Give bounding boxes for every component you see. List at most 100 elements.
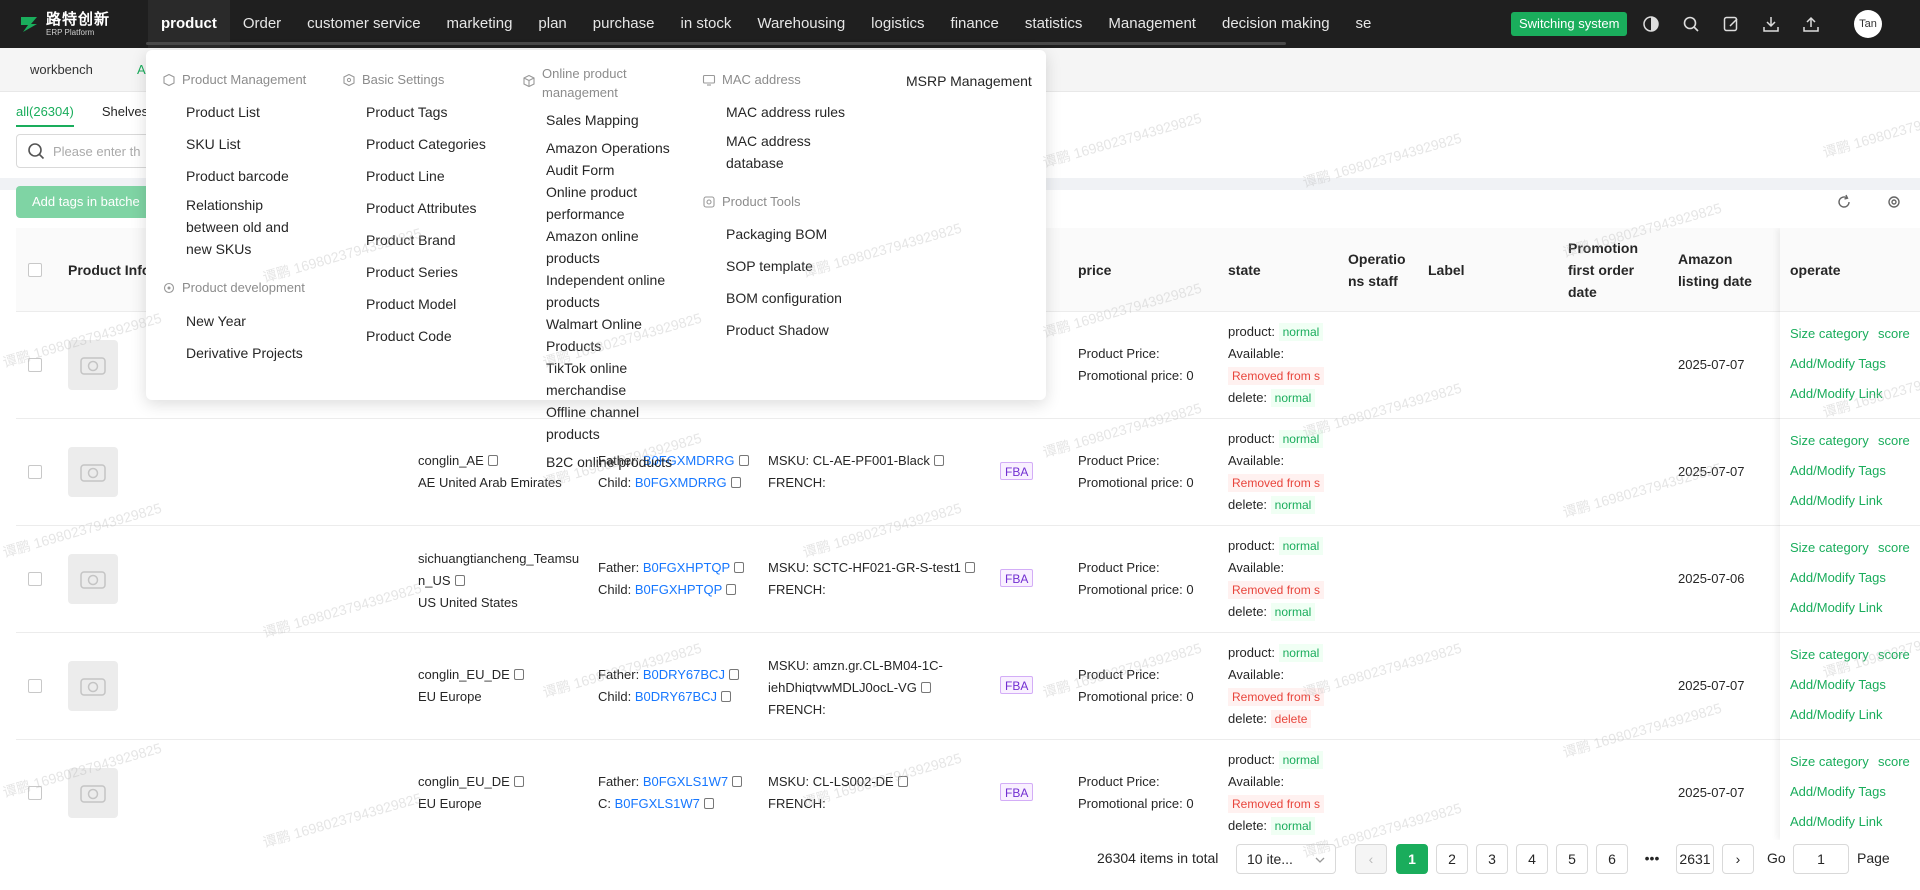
add-modify-link-link[interactable]: Add/Modify Link bbox=[1790, 814, 1883, 829]
menu-product-barcode[interactable]: Product barcode bbox=[186, 165, 289, 187]
page-1[interactable]: 1 bbox=[1396, 844, 1428, 874]
next-page-button[interactable]: › bbox=[1722, 844, 1754, 874]
score-link[interactable]: score bbox=[1878, 540, 1910, 555]
menu-bom-configuration[interactable]: BOM configuration bbox=[726, 287, 842, 309]
size-category-link[interactable]: Size category bbox=[1790, 540, 1869, 555]
copy-icon[interactable] bbox=[513, 669, 524, 680]
menu-product-categories[interactable]: Product Categories bbox=[366, 133, 486, 155]
menu-mac-address-rules[interactable]: MAC address rules bbox=[726, 101, 845, 123]
score-link[interactable]: score bbox=[1878, 326, 1910, 341]
menu-product-series[interactable]: Product Series bbox=[366, 261, 458, 283]
nav-order[interactable]: Order bbox=[230, 0, 294, 48]
add-tags-batch-button[interactable]: Add tags in batche bbox=[16, 186, 156, 218]
copy-icon[interactable] bbox=[897, 776, 908, 787]
add-modify-tags-link[interactable]: Add/Modify Tags bbox=[1790, 463, 1886, 478]
menu-relationship-2[interactable]: between old and bbox=[186, 216, 289, 238]
add-modify-tags-link[interactable]: Add/Modify Tags bbox=[1790, 570, 1886, 585]
menu-independent-online-1[interactable]: Independent online bbox=[546, 269, 665, 291]
nav-logistics[interactable]: logistics bbox=[858, 0, 937, 48]
menu-independent-online-2[interactable]: products bbox=[546, 291, 600, 313]
nav-statistics[interactable]: statistics bbox=[1012, 0, 1096, 48]
prev-page-button[interactable]: ‹ bbox=[1355, 844, 1387, 874]
avatar[interactable]: Tan bbox=[1854, 10, 1882, 38]
refresh-icon[interactable] bbox=[1836, 194, 1852, 213]
size-category-link[interactable]: Size category bbox=[1790, 754, 1869, 769]
page-6[interactable]: 6 bbox=[1596, 844, 1628, 874]
menu-product-brand[interactable]: Product Brand bbox=[366, 229, 456, 251]
nav-settings[interactable]: se bbox=[1343, 0, 1385, 48]
subtab-all[interactable]: all(26304) bbox=[16, 104, 74, 127]
add-modify-link-link[interactable]: Add/Modify Link bbox=[1790, 707, 1883, 722]
menu-relationship-1[interactable]: Relationship bbox=[186, 194, 263, 216]
copy-icon[interactable] bbox=[703, 798, 714, 809]
size-category-link[interactable]: Size category bbox=[1790, 647, 1869, 662]
menu-amazon-operations[interactable]: Amazon Operations bbox=[546, 137, 670, 159]
nav-customer-service[interactable]: customer service bbox=[294, 0, 433, 48]
add-modify-tags-link[interactable]: Add/Modify Tags bbox=[1790, 356, 1886, 371]
copy-icon[interactable] bbox=[920, 682, 931, 693]
nav-purchase[interactable]: purchase bbox=[580, 0, 668, 48]
page-size-select[interactable]: 10 ite... bbox=[1236, 844, 1336, 874]
menu-product-tags[interactable]: Product Tags bbox=[366, 101, 447, 123]
menu-sop-template[interactable]: SOP template bbox=[726, 255, 813, 277]
nav-finance[interactable]: finance bbox=[938, 0, 1012, 48]
nav-plan[interactable]: plan bbox=[525, 0, 579, 48]
switch-system-button[interactable]: Switching system bbox=[1511, 12, 1628, 36]
menu-tiktok-online-2[interactable]: merchandise bbox=[546, 379, 626, 401]
select-all-checkbox[interactable] bbox=[28, 228, 42, 312]
nav-decision-making[interactable]: decision making bbox=[1209, 0, 1343, 48]
menu-walmart-online-1[interactable]: Walmart Online bbox=[546, 313, 642, 335]
menu-online-performance-2[interactable]: performance bbox=[546, 203, 625, 225]
page-last[interactable]: 2631 bbox=[1676, 844, 1714, 874]
nav-warehousing[interactable]: Warehousing bbox=[744, 0, 858, 48]
menu-online-performance-1[interactable]: Online product bbox=[546, 181, 637, 203]
nav-management[interactable]: Management bbox=[1095, 0, 1209, 48]
add-modify-tags-link[interactable]: Add/Modify Tags bbox=[1790, 677, 1886, 692]
menu-mac-database-2[interactable]: database bbox=[726, 152, 784, 174]
menu-product-code[interactable]: Product Code bbox=[366, 325, 452, 347]
settings-icon[interactable] bbox=[1886, 194, 1902, 213]
page-jump-input[interactable]: 1 bbox=[1793, 844, 1849, 874]
page-5[interactable]: 5 bbox=[1556, 844, 1588, 874]
menu-offline-channel-2[interactable]: products bbox=[546, 423, 600, 445]
menu-sku-list[interactable]: SKU List bbox=[186, 133, 240, 155]
row-checkbox[interactable] bbox=[28, 358, 42, 372]
copy-icon[interactable] bbox=[728, 669, 739, 680]
subtab-shelves[interactable]: Shelves( bbox=[102, 104, 153, 119]
copy-icon[interactable] bbox=[487, 455, 498, 466]
menu-audit-form[interactable]: Audit Form bbox=[546, 159, 614, 181]
copy-icon[interactable] bbox=[454, 575, 465, 586]
menu-relationship-3[interactable]: new SKUs bbox=[186, 238, 251, 260]
copy-icon[interactable] bbox=[933, 455, 944, 466]
menu-packaging-bom[interactable]: Packaging BOM bbox=[726, 223, 827, 245]
page-ellipsis[interactable]: ••• bbox=[1636, 844, 1668, 874]
menu-product-list[interactable]: Product List bbox=[186, 101, 260, 123]
theme-icon[interactable] bbox=[1640, 13, 1662, 35]
add-modify-link-link[interactable]: Add/Modify Link bbox=[1790, 493, 1883, 508]
nav-scrollbar[interactable] bbox=[146, 42, 1286, 45]
score-link[interactable]: score bbox=[1878, 433, 1910, 448]
menu-derivative-projects[interactable]: Derivative Projects bbox=[186, 342, 303, 364]
menu-product-attributes[interactable]: Product Attributes bbox=[366, 197, 477, 219]
menu-msrp-management[interactable]: MSRP Management bbox=[906, 70, 1032, 92]
copy-icon[interactable] bbox=[721, 691, 732, 702]
copy-icon[interactable] bbox=[730, 477, 741, 488]
copy-icon[interactable] bbox=[964, 562, 975, 573]
edit-icon[interactable] bbox=[1720, 13, 1742, 35]
add-modify-link-link[interactable]: Add/Modify Link bbox=[1790, 600, 1883, 615]
row-checkbox[interactable] bbox=[28, 465, 42, 479]
menu-tiktok-online-1[interactable]: TikTok online bbox=[546, 357, 627, 379]
menu-product-shadow[interactable]: Product Shadow bbox=[726, 319, 829, 341]
menu-new-year[interactable]: New Year bbox=[186, 310, 246, 332]
size-category-link[interactable]: Size category bbox=[1790, 326, 1869, 341]
nav-marketing[interactable]: marketing bbox=[434, 0, 526, 48]
menu-mac-database-1[interactable]: MAC address bbox=[726, 130, 811, 152]
tab-workbench[interactable]: workbench bbox=[30, 48, 93, 92]
score-link[interactable]: score bbox=[1878, 647, 1910, 662]
row-checkbox[interactable] bbox=[28, 786, 42, 800]
page-3[interactable]: 3 bbox=[1476, 844, 1508, 874]
row-checkbox[interactable] bbox=[28, 572, 42, 586]
copy-icon[interactable] bbox=[513, 776, 524, 787]
menu-offline-channel-1[interactable]: Offline channel bbox=[546, 401, 639, 423]
add-modify-tags-link[interactable]: Add/Modify Tags bbox=[1790, 784, 1886, 799]
